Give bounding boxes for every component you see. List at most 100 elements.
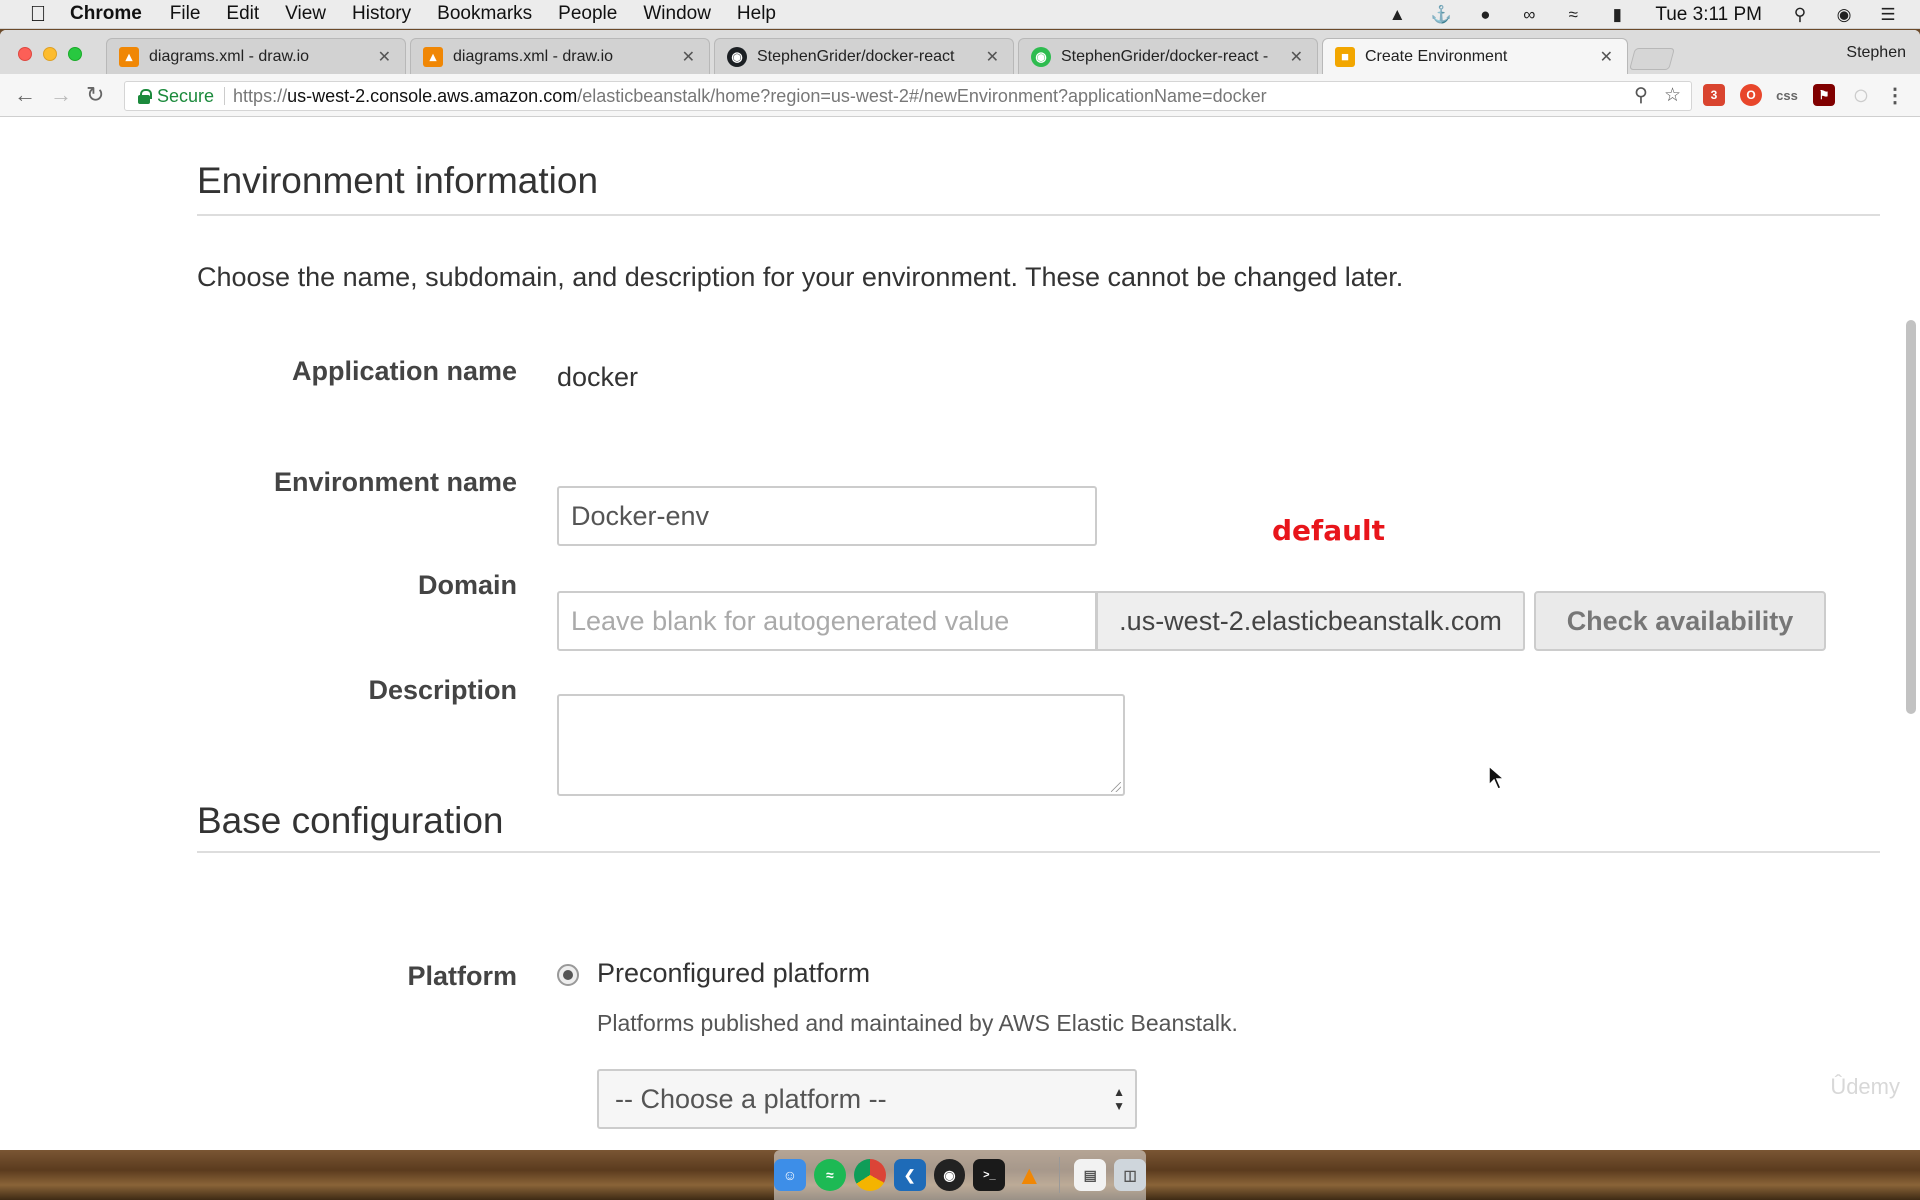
documents-stack-icon[interactable]: ▤ — [1074, 1159, 1107, 1191]
omnibox-actions: ⚲ ☆ — [1634, 84, 1681, 107]
maximize-window-icon[interactable] — [68, 47, 82, 61]
opera-extension-icon[interactable]: O — [1740, 84, 1762, 106]
tab-title: Create Environment — [1365, 47, 1508, 65]
chrome-icon[interactable] — [853, 1159, 886, 1191]
extension-badge-icon[interactable]: 3 — [1703, 84, 1725, 106]
domain-input[interactable]: Leave blank for autogenerated value — [557, 591, 1097, 651]
dock-separator — [1059, 1157, 1061, 1193]
notification-center-icon[interactable]: ☰ — [1876, 5, 1900, 25]
menu-file[interactable]: File — [170, 3, 201, 25]
menu-view[interactable]: View — [285, 3, 326, 25]
environment-name-label: Environment name — [273, 467, 517, 497]
css-extension-icon[interactable]: css — [1776, 84, 1798, 106]
close-tab-icon[interactable]: ✕ — [1600, 47, 1613, 67]
tab-drawio-2[interactable]: ▴ diagrams.xml - draw.io ✕ — [410, 38, 710, 74]
obs-icon[interactable]: ◉ — [933, 1159, 966, 1191]
apple-icon[interactable]:  — [26, 1, 50, 27]
vlc-icon[interactable]: ▲ — [1013, 1159, 1045, 1191]
application-name-value: docker — [557, 362, 639, 392]
default-annotation: default — [1272, 514, 1386, 547]
menu-bookmarks[interactable]: Bookmarks — [437, 3, 532, 25]
tab-title: diagrams.xml - draw.io — [453, 47, 614, 65]
tab-github-1[interactable]: ◉ StephenGrider/docker-react ✕ — [714, 38, 1014, 74]
ublock-shield-icon[interactable]: ⚑ — [1813, 84, 1835, 106]
github-icon: ◉ — [1031, 46, 1051, 67]
glasses-status-icon[interactable]: ∞ — [1517, 5, 1541, 25]
tab-title: StephenGrider/docker-react - — [1061, 47, 1269, 65]
docker-status-icon[interactable]: ⚓ — [1429, 5, 1453, 25]
platform-select-value: -- Choose a platform -- — [615, 1083, 887, 1114]
macos-menu-bar:  Chrome File Edit View History Bookmark… — [0, 0, 1920, 29]
domain-label: Domain — [417, 570, 517, 600]
menu-edit[interactable]: Edit — [226, 3, 259, 25]
terminal-icon[interactable]: >_ — [973, 1159, 1006, 1191]
tab-title: diagrams.xml - draw.io — [149, 47, 310, 65]
lock-icon — [137, 89, 152, 104]
forward-icon[interactable]: → — [50, 82, 72, 108]
check-availability-button[interactable]: Check availability — [1534, 591, 1826, 651]
trash-icon[interactable]: ◫ — [1114, 1159, 1147, 1191]
section-description: Choose the name, subdomain, and descript… — [197, 262, 1404, 292]
mouse-cursor-icon — [1488, 765, 1506, 790]
platform-select[interactable]: -- Choose a platform -- ▲ ▼ — [597, 1069, 1137, 1129]
finder-icon[interactable]: ☺ — [774, 1159, 806, 1191]
tab-strip: ▴ diagrams.xml - draw.io ✕ ▴ diagrams.xm… — [0, 30, 1920, 74]
tab-github-2[interactable]: ◉ StephenGrider/docker-react - ✕ — [1018, 38, 1318, 74]
close-tab-icon[interactable]: ✕ — [378, 47, 391, 67]
siri-icon[interactable]: ◉ — [1832, 5, 1856, 25]
menu-history[interactable]: History — [352, 3, 411, 25]
profile-name[interactable]: Stephen — [1846, 44, 1906, 62]
tab-drawio-1[interactable]: ▴ diagrams.xml - draw.io ✕ — [106, 38, 406, 74]
drawio-icon: ▴ — [423, 46, 443, 67]
select-arrows-icon: ▲ ▼ — [1113, 1085, 1125, 1113]
zoom-icon[interactable]: ⚲ — [1634, 84, 1648, 107]
close-window-icon[interactable] — [18, 47, 32, 61]
close-tab-icon[interactable]: ✕ — [682, 47, 695, 67]
environment-name-input[interactable]: Docker-env — [557, 486, 1097, 546]
github-icon: ◉ — [727, 46, 747, 67]
close-tab-icon[interactable]: ✕ — [986, 47, 999, 67]
preconfigured-platform-radio[interactable] — [557, 964, 579, 986]
menu-clock[interactable]: Tue 3:11 PM — [1655, 4, 1762, 26]
menu-people[interactable]: People — [558, 3, 617, 25]
page-scrollbar[interactable] — [1906, 320, 1916, 714]
preconfigured-platform-label[interactable]: Preconfigured platform — [597, 958, 870, 989]
vscode-icon[interactable]: ❮ — [893, 1159, 926, 1191]
section-title-environment-information: Environment information — [197, 160, 599, 201]
description-textarea[interactable] — [557, 694, 1125, 796]
menu-window[interactable]: Window — [643, 3, 711, 25]
spotlight-search-icon[interactable]: ⚲ — [1788, 5, 1812, 25]
section-divider — [197, 214, 1880, 216]
url-path: /elasticbeanstalk/home?region=us-west-2#… — [577, 85, 1267, 106]
new-tab-button[interactable] — [1629, 48, 1675, 70]
extension-faded-icon[interactable]: ◯ — [1850, 84, 1872, 106]
extension-badge-count: 3 — [1710, 88, 1718, 102]
platform-help-text: Platforms published and maintained by AW… — [597, 1010, 1238, 1036]
reload-icon[interactable]: ↻ — [86, 82, 104, 108]
menu-help[interactable]: Help — [737, 3, 776, 25]
wifi-icon[interactable]: ≈ — [1561, 5, 1585, 25]
back-icon[interactable]: ← — [14, 82, 36, 108]
browser-window: ▴ diagrams.xml - draw.io ✕ ▴ diagrams.xm… — [0, 30, 1920, 1150]
bookmark-star-icon[interactable]: ☆ — [1664, 84, 1681, 107]
drawio-icon: ▴ — [119, 46, 139, 67]
section-title-base-configuration: Base configuration — [197, 800, 504, 841]
chrome-menu-icon[interactable]: ⋮ — [1884, 84, 1906, 107]
aws-icon: ■ — [1335, 46, 1355, 67]
vlc-status-icon[interactable]: ▲ — [1385, 5, 1409, 25]
obs-status-icon[interactable]: ● — [1473, 5, 1497, 25]
close-tab-icon[interactable]: ✕ — [1290, 47, 1303, 67]
minimize-window-icon[interactable] — [43, 47, 57, 61]
url-host: us-west-2.console.aws.amazon.com — [287, 85, 578, 106]
url-scheme: https:// — [233, 85, 288, 106]
address-bar[interactable]: Secure https:// us-west-2.console.aws.am… — [124, 81, 1692, 111]
battery-icon[interactable]: ▮ — [1605, 5, 1629, 25]
description-label: Description — [368, 675, 517, 705]
resize-handle-icon[interactable] — [1111, 782, 1121, 792]
menu-app-name[interactable]: Chrome — [70, 3, 142, 25]
section-divider — [197, 851, 1880, 853]
browser-toolbar: ← → ↻ Secure https:// us-west-2.console.… — [0, 74, 1920, 117]
tab-title: StephenGrider/docker-react — [757, 47, 955, 65]
tab-create-environment[interactable]: ■ Create Environment ✕ — [1322, 38, 1628, 74]
spotify-icon[interactable]: ≈ — [813, 1159, 846, 1191]
